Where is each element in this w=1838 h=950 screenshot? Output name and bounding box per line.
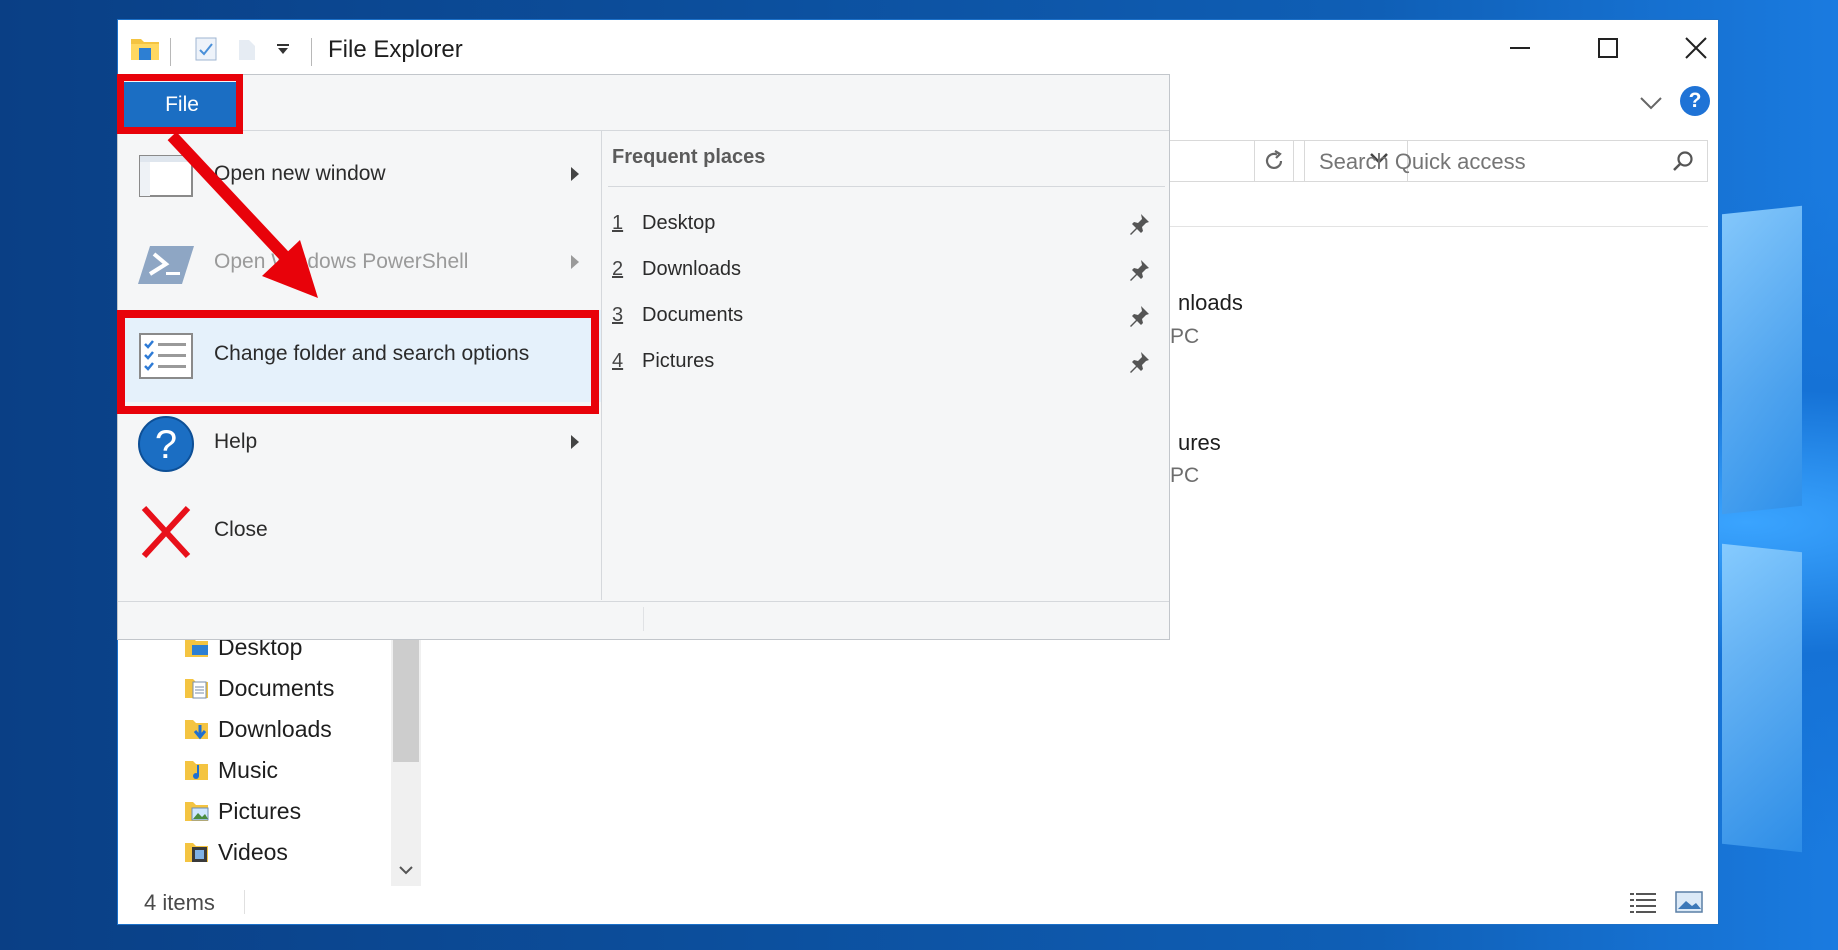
annotation-arrow xyxy=(167,131,318,298)
